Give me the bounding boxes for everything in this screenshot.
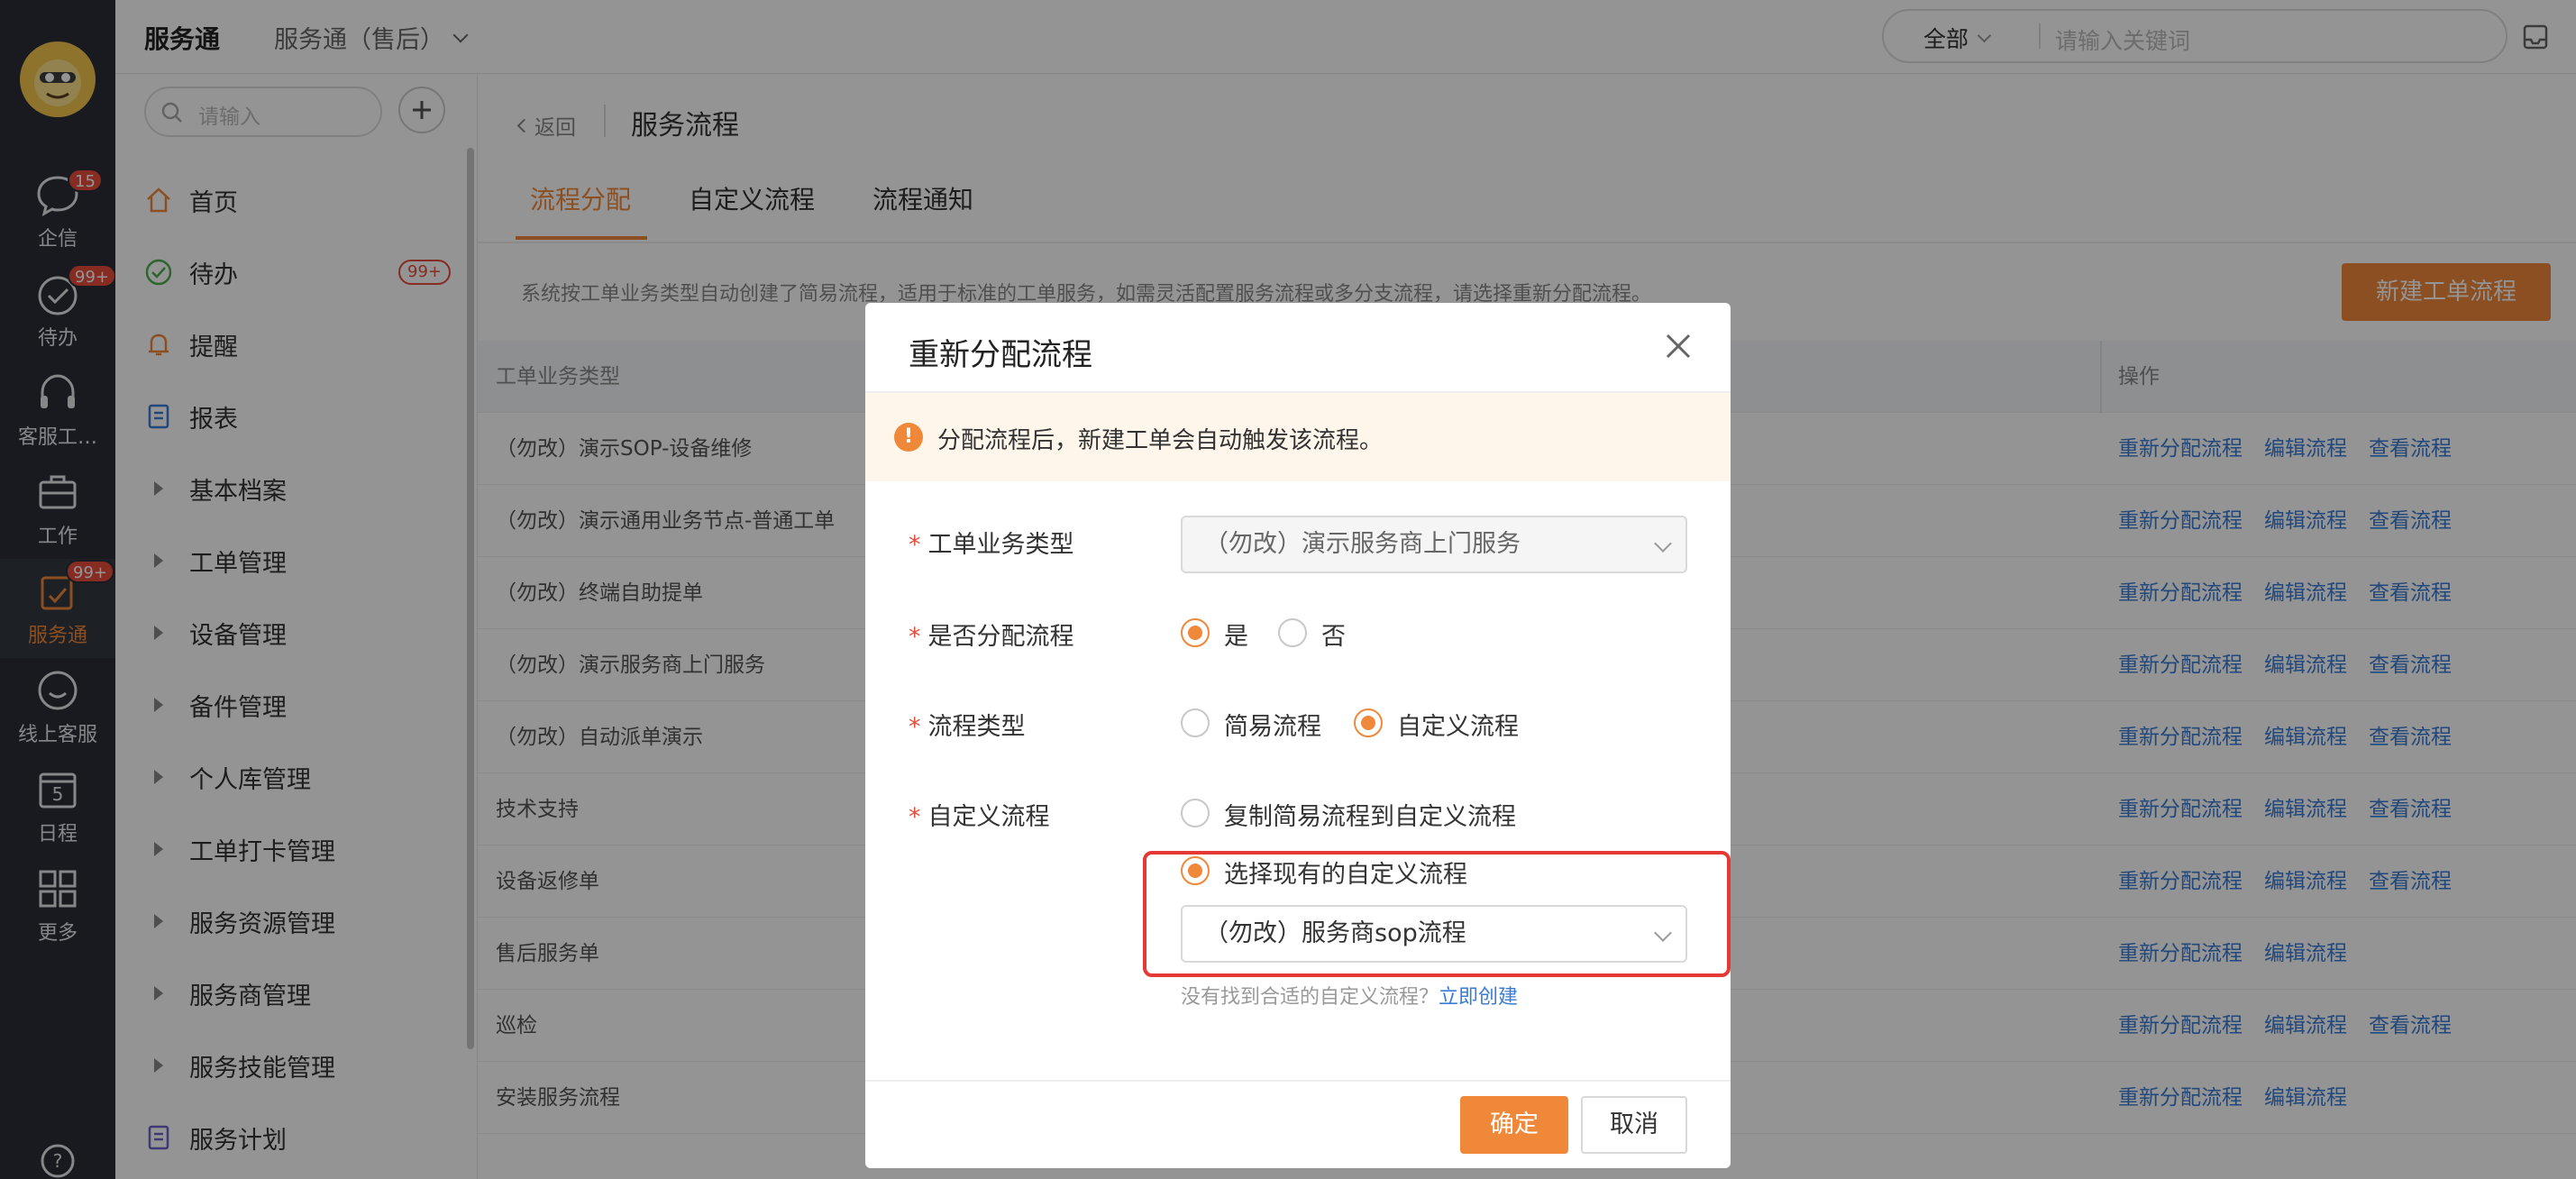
dialog-title: 重新分配流程 [909, 337, 1092, 373]
reassign-flow-dialog: 重新分配流程 ! 分配流程后，新建工单会自动触发该流程。 * 工单业务类型 （勿改… [865, 303, 1731, 1168]
radio-simple-flow[interactable] [1181, 708, 1210, 737]
warning-icon: ! [894, 423, 923, 452]
radio-assign-yes[interactable] [1181, 618, 1210, 647]
cancel-button[interactable]: 取消 [1581, 1096, 1687, 1154]
chevron-down-icon [1654, 535, 1672, 553]
radio-copy-simple[interactable] [1181, 799, 1210, 827]
radio-label: 选择现有的自定义流程 [1224, 861, 1467, 889]
radio-label: 简易流程 [1224, 713, 1321, 741]
field-label-flow-type: * 流程类型 [909, 713, 1026, 741]
radio-label: 复制简易流程到自定义流程 [1224, 803, 1516, 831]
hint-text: 没有找到合适的自定义流程？ [1181, 986, 1439, 1009]
biz-type-select[interactable]: （勿改）演示服务商上门服务 [1181, 516, 1687, 573]
ok-button[interactable]: 确定 [1460, 1096, 1568, 1154]
chevron-down-icon [1654, 924, 1672, 942]
custom-flow-select[interactable]: （勿改）服务商sop流程 [1181, 905, 1687, 963]
create-now-link[interactable]: 立即创建 [1439, 986, 1518, 1009]
biz-type-value: （勿改）演示服务商上门服务 [1204, 530, 1521, 558]
warning-bar: ! 分配流程后，新建工单会自动触发该流程。 [865, 393, 1731, 481]
radio-label: 否 [1321, 623, 1346, 651]
radio-label: 自定义流程 [1397, 713, 1519, 741]
radio-label: 是 [1224, 623, 1248, 651]
warning-text: 分配流程后，新建工单会自动触发该流程。 [937, 427, 1384, 454]
custom-flow-value: （勿改）服务商sop流程 [1204, 919, 1466, 947]
radio-custom-flow[interactable] [1354, 708, 1383, 737]
radio-select-existing[interactable] [1181, 856, 1210, 885]
hint-row: 没有找到合适的自定义流程？立即创建 [1181, 981, 1518, 1010]
field-label-biz-type: * 工单业务类型 [909, 531, 1074, 559]
radio-assign-no[interactable] [1278, 618, 1307, 647]
field-label-custom-flow: * 自定义流程 [909, 803, 1050, 831]
divider [865, 1080, 1731, 1082]
close-icon[interactable] [1662, 330, 1694, 362]
field-label-assign: * 是否分配流程 [909, 623, 1074, 651]
